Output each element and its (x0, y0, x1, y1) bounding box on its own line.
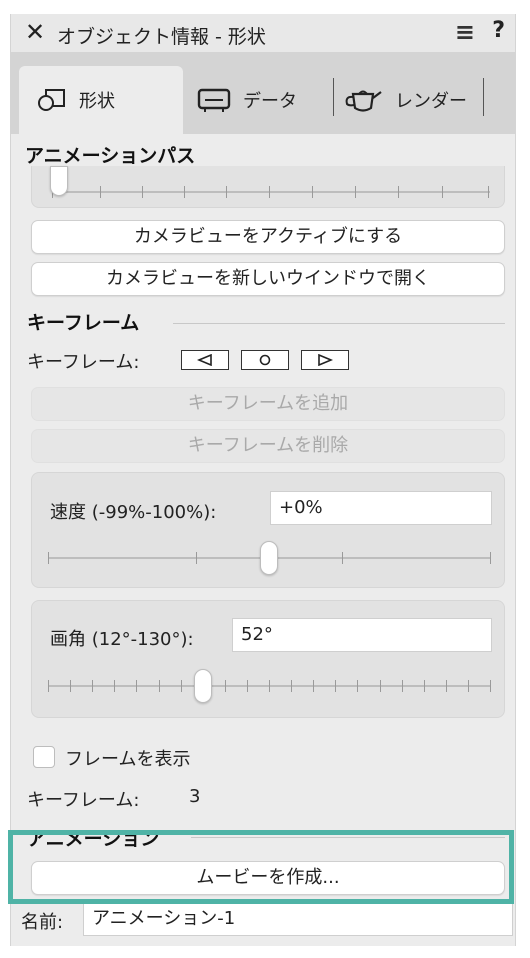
keyframe-nav (181, 350, 381, 372)
open-camera-view-window-button[interactable]: カメラビューを新しいウインドウで開く (31, 262, 505, 296)
slider-tick (48, 680, 49, 692)
menu-icon[interactable]: ≡ (455, 18, 475, 46)
slider-tick (269, 680, 270, 692)
divider (173, 323, 505, 324)
name-label: 名前: (21, 912, 64, 933)
slider-tick (114, 680, 116, 692)
tab-shape-label: 形状 (79, 91, 115, 112)
slider-tick (92, 680, 94, 692)
slider-tick (490, 552, 491, 564)
circle-icon (259, 354, 271, 366)
slider-tick (48, 552, 49, 564)
slider-tick (335, 680, 337, 692)
slider-tick (269, 186, 270, 198)
keyframe-nav-label: キーフレーム: (27, 352, 140, 373)
object-info-palette: ✕ オブジェクト情報 - 形状 ≡ ? 形状 データ レンダー アニメーションパ… (10, 14, 516, 946)
slider-tick (226, 186, 227, 198)
slider-tick (224, 680, 226, 692)
tab-render-label: レンダー (395, 91, 467, 112)
path-slider-track[interactable] (52, 191, 490, 193)
keyframes-heading: キーフレーム (27, 312, 140, 334)
help-icon[interactable]: ? (492, 18, 505, 43)
path-slider-thumb[interactable] (50, 166, 68, 196)
slider-tick (142, 186, 143, 198)
slider-tick (467, 680, 469, 692)
slider-tick (445, 680, 447, 692)
slider-tick (488, 186, 489, 198)
keyframe-count-label: キーフレーム: (27, 790, 140, 811)
show-frames-label: フレームを表示 (65, 749, 191, 770)
delete-keyframe-button[interactable]: キーフレームを削除 (31, 429, 505, 463)
window-title: オブジェクト情報 - 形状 (57, 26, 266, 48)
slider-tick (100, 186, 101, 198)
slider-tick (342, 552, 343, 564)
path-slider-group (31, 166, 505, 208)
slider-tick (355, 186, 356, 198)
tab-data-label: データ (243, 91, 297, 112)
slider-tick (423, 680, 425, 692)
speed-input[interactable]: +0% (270, 491, 492, 525)
slider-tick (379, 680, 381, 692)
tab-separator (333, 78, 334, 116)
tab-shape[interactable]: 形状 (19, 66, 183, 134)
slider-tick (398, 186, 399, 198)
activate-camera-view-button[interactable]: カメラビューをアクティブにする (31, 220, 505, 254)
tab-content: アニメーションパス カメラビューをアクティブにする カメラビューを新しいウインド… (11, 134, 515, 946)
slider-tick (246, 680, 248, 692)
slider-tick (312, 186, 313, 198)
angle-group: 画角 (12°-130°): 52° (31, 600, 505, 718)
slider-tick (313, 680, 315, 692)
keyframe-count-value: 3 (189, 786, 201, 807)
angle-label: 画角 (12°-130°): (50, 629, 194, 650)
slider-tick (196, 552, 197, 564)
slider-tick (401, 680, 403, 692)
speed-label: 速度 (-99%-100%): (50, 502, 217, 523)
tab-data[interactable]: データ (191, 66, 331, 134)
teapot-icon (345, 90, 382, 112)
angle-input[interactable]: 52° (232, 618, 492, 652)
close-icon[interactable]: ✕ (25, 18, 45, 46)
slider-tick (158, 680, 160, 692)
speed-group: 速度 (-99%-100%): +0% (31, 472, 505, 588)
next-keyframe-button[interactable] (301, 350, 349, 370)
tab-bar: 形状 データ レンダー (11, 52, 515, 134)
slider-tick (291, 680, 293, 692)
slider-tick (184, 186, 185, 198)
slider-tick (70, 680, 72, 692)
data-icon (197, 88, 231, 112)
add-keyframe-button[interactable]: キーフレームを追加 (31, 387, 505, 421)
highlight-frame (8, 830, 514, 904)
triangle-left-icon (197, 354, 212, 366)
angle-slider-thumb[interactable] (194, 669, 212, 703)
tab-separator (483, 78, 484, 116)
shape-icon (38, 89, 65, 111)
slider-tick (442, 186, 443, 198)
previous-keyframe-button[interactable] (181, 350, 229, 370)
slider-tick (180, 680, 182, 692)
tab-render[interactable]: レンダー (341, 66, 481, 134)
slider-tick (490, 680, 491, 692)
animation-path-heading: アニメーションパス (25, 145, 196, 167)
speed-slider-thumb[interactable] (260, 541, 278, 575)
current-keyframe-button[interactable] (241, 350, 289, 370)
slider-tick (136, 680, 138, 692)
title-bar: ✕ オブジェクト情報 - 形状 ≡ ? (11, 14, 515, 52)
show-frames-checkbox[interactable] (33, 746, 55, 768)
name-input[interactable]: アニメーション-1 (83, 902, 513, 936)
triangle-right-icon (318, 354, 333, 366)
slider-tick (357, 680, 359, 692)
